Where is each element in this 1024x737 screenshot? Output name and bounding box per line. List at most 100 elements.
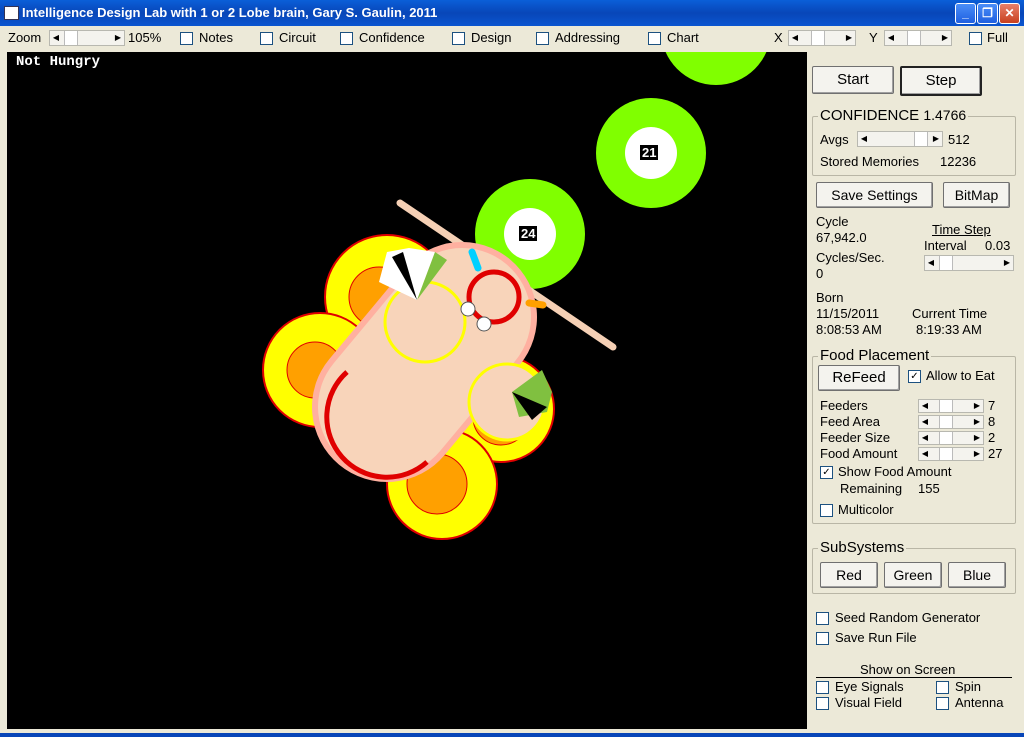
scroll-left-icon[interactable]: ◀ [919,448,931,460]
avgs-value: 512 [948,132,970,147]
notes-label: Notes [199,30,233,45]
scroll-right-icon[interactable]: ▶ [971,400,983,412]
stored-memories-value: 12236 [940,154,977,169]
scroll-thumb[interactable] [939,400,953,412]
x-scrollbar[interactable]: ◀ ▶ [788,30,856,46]
feeler [525,299,547,309]
feed-area-scrollbar[interactable]: ◀ ▶ [918,415,984,429]
y-scrollbar[interactable]: ◀ ▶ [884,30,952,46]
zoom-value: 105% [128,30,162,45]
eye-signals-checkbox[interactable] [816,681,829,694]
bitmap-button[interactable]: BitMap [943,182,1010,208]
window-title: Intelligence Design Lab with 1 or 2 Lobe… [22,5,438,20]
addressing-checkbox[interactable] [536,32,549,45]
scroll-thumb[interactable] [939,448,953,460]
circuit-label: Circuit [279,30,316,45]
scroll-thumb[interactable] [907,31,921,45]
scroll-left-icon[interactable]: ◀ [50,31,62,45]
save-settings-button[interactable]: Save Settings [816,182,933,208]
cycles-sec-label: Cycles/Sec. [816,250,885,265]
seed-random-checkbox[interactable] [816,612,829,625]
x-label: X [774,30,783,45]
scroll-right-icon[interactable]: ▶ [971,448,983,460]
scroll-right-icon[interactable]: ▶ [1001,256,1013,270]
cycle-label: Cycle [816,214,849,229]
scroll-right-icon[interactable]: ▶ [971,432,983,444]
food-label: 21 [640,145,659,160]
spin-label: Spin [955,679,982,694]
close-button[interactable]: ✕ [999,3,1020,24]
refeed-button[interactable]: ReFeed [818,365,900,391]
scroll-left-icon[interactable]: ◀ [919,416,931,428]
circuit-checkbox[interactable] [260,32,273,45]
multicolor-checkbox[interactable] [820,504,833,517]
visual-field-label: Visual Field [835,695,902,710]
scroll-right-icon[interactable]: ▶ [112,31,124,45]
scroll-left-icon[interactable]: ◀ [919,400,931,412]
window-bottom-border [0,733,1024,737]
scroll-thumb[interactable] [64,31,78,45]
born-label: Born [816,290,844,305]
feeder-size-scrollbar[interactable]: ◀ ▶ [918,431,984,445]
zoom-label: Zoom [8,30,42,45]
scroll-right-icon[interactable]: ▶ [939,31,951,45]
born-time: 8:08:53 AM [816,322,882,337]
maximize-button[interactable]: ❐ [977,3,998,24]
cycles-sec-value: 0 [816,266,824,281]
remaining-label: Remaining [840,481,903,496]
zoom-scrollbar[interactable]: ◀ ▶ [49,30,125,46]
current-time-label: Current Time [912,306,988,321]
show-food-amount-checkbox[interactable]: ✓ [820,466,833,479]
scroll-left-icon[interactable]: ◀ [789,31,801,45]
scroll-thumb[interactable] [939,432,953,444]
scroll-right-icon[interactable]: ▶ [843,31,855,45]
addressing-label: Addressing [555,30,621,45]
full-label: Full [987,30,1008,45]
allow-to-eat-checkbox[interactable]: ✓ [908,370,921,383]
confidence-checkbox[interactable] [340,32,353,45]
antenna-checkbox[interactable] [936,697,949,710]
chart-checkbox[interactable] [648,32,661,45]
show-food-amount-label: Show Food Amount [838,464,952,479]
scroll-left-icon[interactable]: ◀ [925,256,937,270]
scroll-left-icon[interactable]: ◀ [858,132,870,146]
scroll-thumb[interactable] [939,256,953,270]
scroll-left-icon[interactable]: ◀ [919,432,931,444]
divider [816,677,1012,678]
scroll-thumb[interactable] [811,31,825,45]
blue-button[interactable]: Blue [948,562,1006,588]
start-button[interactable]: Start [812,66,894,94]
confidence-label: Confidence [359,30,425,45]
red-button[interactable]: Red [820,562,878,588]
interval-scrollbar[interactable]: ◀ ▶ [924,255,1014,271]
green-button[interactable]: Green [884,562,942,588]
scroll-left-icon[interactable]: ◀ [885,31,897,45]
remaining-value: 155 [918,481,940,496]
design-checkbox[interactable] [452,32,465,45]
stored-memories-label: Stored Memories [820,154,919,169]
allow-to-eat-label: Allow to Eat [926,368,995,383]
scroll-right-icon[interactable]: ▶ [930,132,942,146]
food-amount-label: Food Amount [820,446,898,461]
toolbar: Zoom ◀ ▶ 105% Notes Circuit Confidence D… [0,26,1024,50]
full-checkbox[interactable] [969,32,982,45]
avgs-scrollbar[interactable]: ◀ ▶ [857,131,943,147]
scroll-right-icon[interactable]: ▶ [971,416,983,428]
time-step-label: Time Step [932,222,991,237]
feeders-scrollbar[interactable]: ◀ ▶ [918,399,984,413]
status-text: Not Hungry [16,54,101,70]
notes-checkbox[interactable] [180,32,193,45]
interval-label: Interval [924,238,967,253]
seed-random-label: Seed Random Generator [835,610,981,625]
spin-checkbox[interactable] [936,681,949,694]
scroll-thumb[interactable] [939,416,953,428]
show-on-screen-title: Show on Screen [860,662,956,677]
step-button[interactable]: Step [900,66,982,96]
minimize-button[interactable]: _ [955,3,976,24]
simulation-canvas[interactable]: Not Hungry 21 24 [7,52,807,729]
scroll-thumb[interactable] [914,132,928,146]
save-run-file-checkbox[interactable] [816,632,829,645]
joint [460,301,476,317]
food-amount-scrollbar[interactable]: ◀ ▶ [918,447,984,461]
visual-field-checkbox[interactable] [816,697,829,710]
